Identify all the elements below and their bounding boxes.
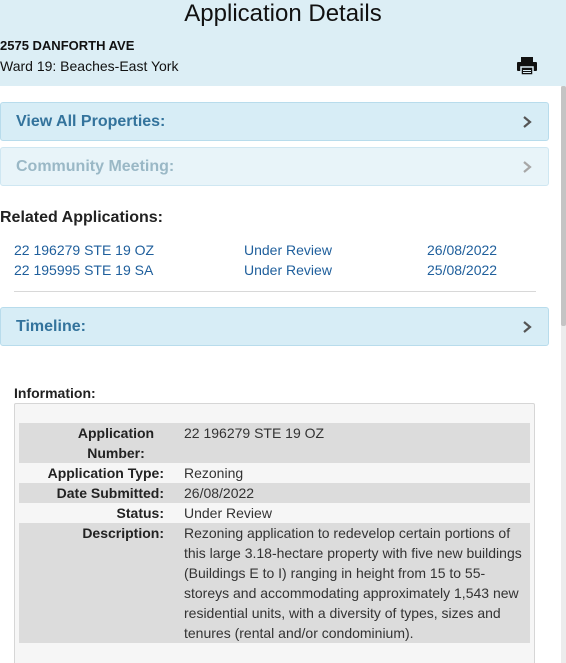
- description-label: Description:: [19, 523, 184, 643]
- timeline-label: Timeline:: [16, 318, 86, 335]
- information-table: Application Number: 22 196279 STE 19 OZ …: [19, 423, 530, 643]
- chevron-right-icon: [523, 161, 532, 173]
- scrollbar-thumb[interactable]: [561, 86, 566, 326]
- chevron-right-icon: [523, 321, 532, 333]
- info-row-application-number: Application Number: 22 196279 STE 19 OZ: [19, 423, 530, 463]
- community-meeting-label: Community Meeting:: [16, 158, 175, 175]
- application-type-value: Rezoning: [184, 465, 244, 481]
- info-row-application-type: Application Type: Rezoning: [19, 463, 530, 483]
- related-application-row: 22 195995 STE 19 SA Under Review 25/08/2…: [0, 262, 540, 282]
- related-application-status: Under Review: [244, 262, 332, 278]
- related-application-link[interactable]: 22 196279 STE 19 OZ: [14, 242, 154, 258]
- date-submitted-value: 26/08/2022: [184, 483, 530, 503]
- related-application-status: Under Review: [244, 242, 332, 258]
- related-applications-heading: Related Applications:: [0, 209, 163, 226]
- ward-label: Ward 19: Beaches-East York: [0, 58, 179, 74]
- printer-icon[interactable]: [516, 56, 538, 76]
- status-value: Under Review: [184, 505, 272, 521]
- view-all-properties-panel[interactable]: View All Properties:: [0, 102, 549, 141]
- application-number-label: Application Number:: [77, 425, 155, 461]
- related-application-link[interactable]: 22 195995 STE 19 SA: [14, 262, 153, 278]
- page-title: Application Details: [184, 0, 382, 27]
- info-row-description: Description: Rezoning application to red…: [19, 523, 530, 643]
- information-heading: Information:: [14, 385, 96, 401]
- related-application-date: 25/08/2022: [427, 262, 498, 278]
- community-meeting-panel[interactable]: Community Meeting:: [0, 147, 549, 186]
- info-row-date-submitted: Date Submitted: 26/08/2022: [19, 483, 530, 503]
- timeline-panel[interactable]: Timeline:: [0, 307, 549, 346]
- date-submitted-label: Date Submitted:: [19, 483, 184, 503]
- application-details-page: Application Details 2575 DANFORTH AVE Wa…: [0, 0, 566, 663]
- info-row-status: Status: Under Review: [19, 503, 530, 523]
- divider: [14, 291, 536, 292]
- status-label: Status:: [116, 505, 164, 521]
- chevron-right-icon: [523, 116, 532, 128]
- related-application-date: 26/08/2022: [427, 242, 498, 258]
- application-number-value: 22 196279 STE 19 OZ: [184, 423, 530, 463]
- header: Application Details 2575 DANFORTH AVE Wa…: [0, 0, 566, 86]
- related-application-row: 22 196279 STE 19 OZ Under Review 26/08/2…: [0, 242, 540, 262]
- property-address: 2575 DANFORTH AVE: [0, 38, 135, 53]
- description-value: Rezoning application to redevelop certai…: [184, 523, 530, 643]
- view-all-properties-label: View All Properties:: [16, 113, 166, 130]
- application-type-label: Application Type:: [47, 465, 164, 481]
